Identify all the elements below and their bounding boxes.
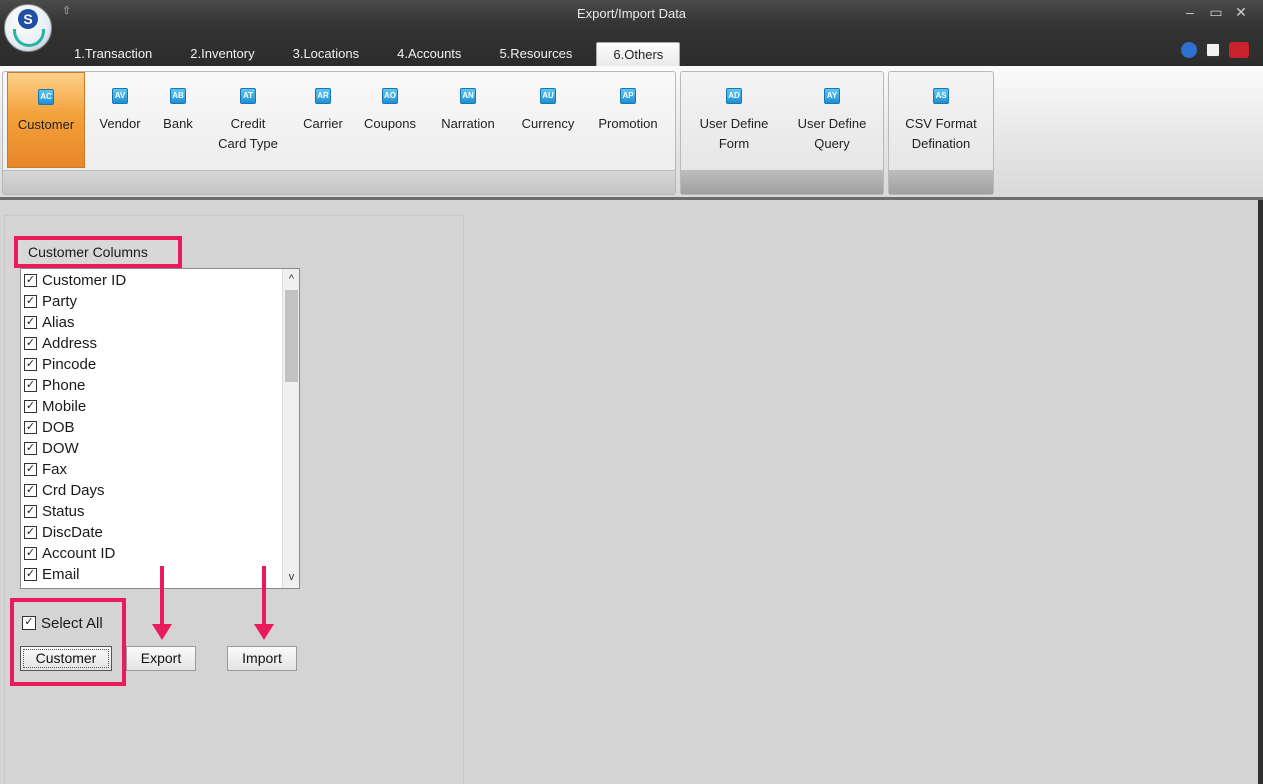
list-item[interactable]: ✓ Mobile	[24, 396, 86, 417]
customer-button[interactable]: Customer	[20, 646, 112, 671]
checkbox[interactable]: ✓	[24, 547, 37, 560]
ribbon-group-masters: AC Customer AV Vendor AB Bank AT Credit …	[2, 71, 676, 195]
export-button[interactable]: Export	[126, 646, 196, 671]
checkbox[interactable]: ✓	[24, 400, 37, 413]
currency-icon: AU	[540, 88, 556, 104]
carrier-ribbon-button[interactable]: AR Carrier	[293, 72, 353, 168]
tab-transaction[interactable]: 1.Transaction	[60, 42, 166, 66]
window-edge	[1258, 200, 1263, 784]
checkbox[interactable]: ✓	[22, 616, 36, 630]
coupons-ribbon-button[interactable]: AO Coupons	[355, 72, 425, 168]
narration-ribbon-button[interactable]: AN Narration	[431, 72, 505, 168]
title-bar: S ⇧ Export/Import Data – ▭ ✕ 1.Transacti…	[0, 0, 1263, 66]
credit-card-type-ribbon-button[interactable]: AT Credit Card Type	[207, 72, 289, 168]
document-icon[interactable]	[1205, 42, 1221, 58]
annotation-arrow-export	[152, 566, 172, 640]
list-item[interactable]: ✓ Alias	[24, 312, 75, 333]
carrier-icon: AR	[315, 88, 331, 104]
ribbon-group-footer	[681, 170, 883, 194]
exit-icon[interactable]	[1229, 42, 1249, 58]
bank-icon: AB	[170, 88, 186, 104]
checkbox[interactable]: ✓	[24, 526, 37, 539]
scroll-up-icon[interactable]: ^	[283, 271, 300, 288]
currency-ribbon-button[interactable]: AU Currency	[511, 72, 585, 168]
minimize-button[interactable]: –	[1179, 4, 1201, 20]
ribbon-group-csv: AS CSV Format Defination	[888, 71, 994, 195]
window-title: Export/Import Data	[576, 6, 687, 21]
checkbox[interactable]: ✓	[24, 337, 37, 350]
list-item[interactable]: ✓ Email	[24, 564, 80, 585]
checkbox[interactable]: ✓	[24, 316, 37, 329]
select-all-checkbox[interactable]: ✓ Select All	[22, 612, 103, 634]
ribbon-group-footer	[889, 170, 993, 194]
vendor-icon: AV	[112, 88, 128, 104]
maximize-button[interactable]: ▭	[1205, 4, 1227, 21]
list-item[interactable]: ✓ Pincode	[24, 354, 96, 375]
user-define-form-icon: AD	[726, 88, 742, 104]
tab-others[interactable]: 6.Others	[596, 42, 681, 66]
list-item[interactable]: ✓ DiscDate	[24, 522, 103, 543]
promotion-ribbon-button[interactable]: AP Promotion	[587, 72, 669, 168]
list-scrollbar[interactable]: ^ v	[282, 269, 299, 588]
bank-ribbon-button[interactable]: AB Bank	[153, 72, 203, 168]
csv-format-defination-button[interactable]: AS CSV Format Defination	[891, 72, 991, 168]
csv-format-icon: AS	[933, 88, 949, 104]
list-item[interactable]: ✓ DOB	[24, 417, 75, 438]
list-item[interactable]: ✓ Fax	[24, 459, 67, 480]
list-item[interactable]: ✓ Party	[24, 291, 77, 312]
list-item[interactable]: ✓ Phone	[24, 375, 85, 396]
checkbox[interactable]: ✓	[24, 379, 37, 392]
vendor-ribbon-button[interactable]: AV Vendor	[89, 72, 151, 168]
checkbox[interactable]: ✓	[24, 568, 37, 581]
coupons-icon: AO	[382, 88, 398, 104]
list-item[interactable]: ✓ Crd Days	[24, 480, 105, 501]
tab-inventory[interactable]: 2.Inventory	[176, 42, 268, 66]
checkbox[interactable]: ✓	[24, 295, 37, 308]
checkbox[interactable]: ✓	[24, 463, 37, 476]
credit-card-icon: AT	[240, 88, 256, 104]
customer-ribbon-button[interactable]: AC Customer	[7, 72, 85, 168]
user-define-form-button[interactable]: AD User Define Form	[685, 72, 783, 168]
ribbon-tabs: 1.Transaction 2.Inventory 3.Locations 4.…	[60, 42, 690, 66]
tab-locations[interactable]: 3.Locations	[279, 42, 374, 66]
scroll-thumb[interactable]	[285, 290, 298, 382]
tab-resources[interactable]: 5.Resources	[485, 42, 586, 66]
list-item[interactable]: ✓ Status	[24, 501, 85, 522]
scroll-down-icon[interactable]: v	[283, 569, 300, 586]
ribbon-group-footer	[3, 170, 675, 194]
tab-accounts[interactable]: 4.Accounts	[383, 42, 475, 66]
list-item[interactable]: ✓ DOW	[24, 438, 79, 459]
annotation-arrow-import	[254, 566, 274, 640]
import-button[interactable]: Import	[227, 646, 297, 671]
ribbon-group-user-define: AD User Define Form AY User Define Query	[680, 71, 884, 195]
close-button[interactable]: ✕	[1230, 4, 1252, 21]
customer-icon: AC	[38, 89, 54, 105]
promotion-icon: AP	[620, 88, 636, 104]
checkbox[interactable]: ✓	[24, 421, 37, 434]
customer-columns-label: Customer Columns	[14, 236, 182, 268]
checkbox[interactable]: ✓	[24, 505, 37, 518]
list-item[interactable]: ✓ Account ID	[24, 543, 115, 564]
narration-icon: AN	[460, 88, 476, 104]
list-item[interactable]: ✓ Customer ID	[24, 270, 126, 291]
checkbox[interactable]: ✓	[24, 442, 37, 455]
ribbon: AC Customer AV Vendor AB Bank AT Credit …	[0, 66, 1263, 200]
user-define-query-icon: AY	[824, 88, 840, 104]
checkbox[interactable]: ✓	[24, 358, 37, 371]
user-define-query-button[interactable]: AY User Define Query	[783, 72, 881, 168]
columns-checklist[interactable]: ✓ Customer ID ✓ Party ✓ Alias ✓ Address ✓ Pin…	[20, 268, 300, 589]
checkbox[interactable]: ✓	[24, 484, 37, 497]
list-item[interactable]: ✓ Address	[24, 333, 97, 354]
help-icon[interactable]	[1181, 42, 1197, 58]
checkbox[interactable]: ✓	[24, 274, 37, 287]
